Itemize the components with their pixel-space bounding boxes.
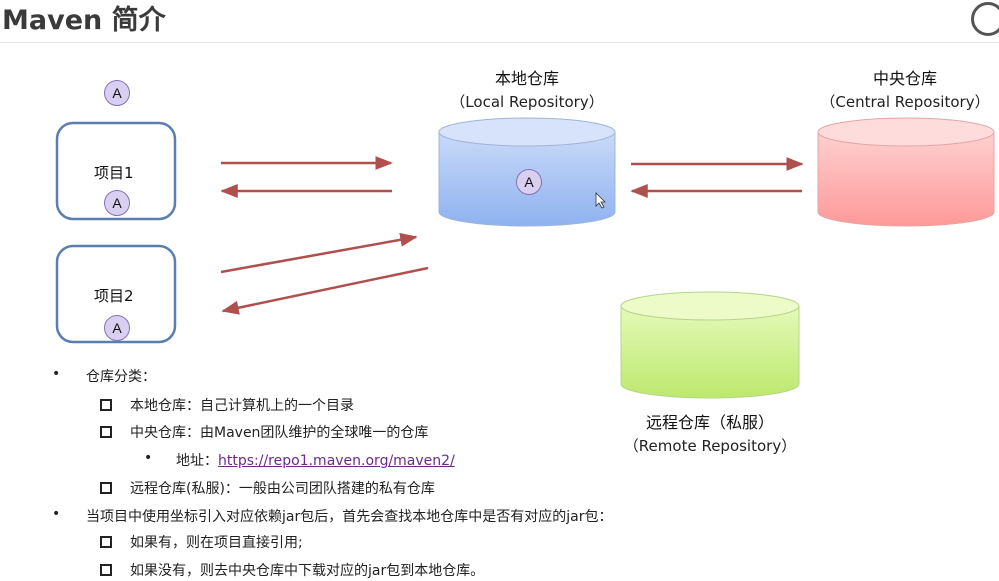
local-repository-label: 本地仓库 （Local Repository） [438, 65, 616, 112]
central-repository-en: （Central Repository） [820, 93, 990, 111]
checkbox-square-icon [100, 536, 112, 548]
project2-label: 项目2 [94, 287, 134, 305]
checkbox-square-icon [100, 426, 112, 438]
note-lookup: 当项目中使用坐标引入对应依赖jar包后，首先会查找本地仓库中是否有对应的jar包… [86, 509, 613, 525]
remote-repository-en: （Remote Repository） [623, 437, 797, 455]
arrow-local-to-project2 [221, 266, 429, 315]
arrow-project2-to-local [220, 232, 418, 274]
note-download-central: 如果没有，则去中央仓库中下载对应的jar包到本地仓库。 [130, 563, 485, 579]
remote-repository-cylinder [620, 291, 800, 399]
project1-label: 项目1 [94, 164, 134, 182]
checkbox-square-icon [100, 564, 112, 576]
artifact-badge-local: A [516, 169, 542, 195]
remote-repository-name: 远程仓库（私服） [645, 413, 774, 432]
artifact-badge-project2: A [104, 315, 130, 341]
artifact-badge-project1: A [104, 190, 130, 216]
checkbox-square-icon [100, 399, 112, 411]
note-local-repo: 本地仓库：自己计算机上的一个目录 [130, 398, 354, 414]
note-central-repo: 中央仓库：由Maven团队维护的全球唯一的仓库 [130, 425, 429, 441]
bullet-dot: • [144, 450, 153, 466]
note-remote-repo: 远程仓库(私服)：一般由公司团队搭建的私有仓库 [130, 481, 435, 497]
artifact-badge-top: A [104, 80, 130, 106]
bullet-dot: • [52, 366, 61, 382]
local-repository-name: 本地仓库 [494, 69, 559, 88]
remote-repository-label: 远程仓库（私服） （Remote Repository） [600, 409, 820, 456]
central-repository-label: 中央仓库 （Central Repository） [810, 65, 999, 112]
central-repo-url-link[interactable]: https://repo1.maven.org/maven2/ [218, 453, 455, 469]
note-repo-types: 仓库分类： [86, 369, 156, 385]
address-label: 地址： [176, 453, 218, 469]
note-found-local: 如果有，则在项目直接引用; [130, 535, 303, 551]
note-address: 地址：https://repo1.maven.org/maven2/ [176, 450, 455, 470]
central-repository-name: 中央仓库 [872, 69, 937, 88]
central-repository-cylinder [817, 117, 995, 227]
local-repository-en: （Local Repository） [450, 93, 604, 111]
checkbox-square-icon [100, 482, 112, 494]
bullet-dot: • [52, 506, 61, 522]
